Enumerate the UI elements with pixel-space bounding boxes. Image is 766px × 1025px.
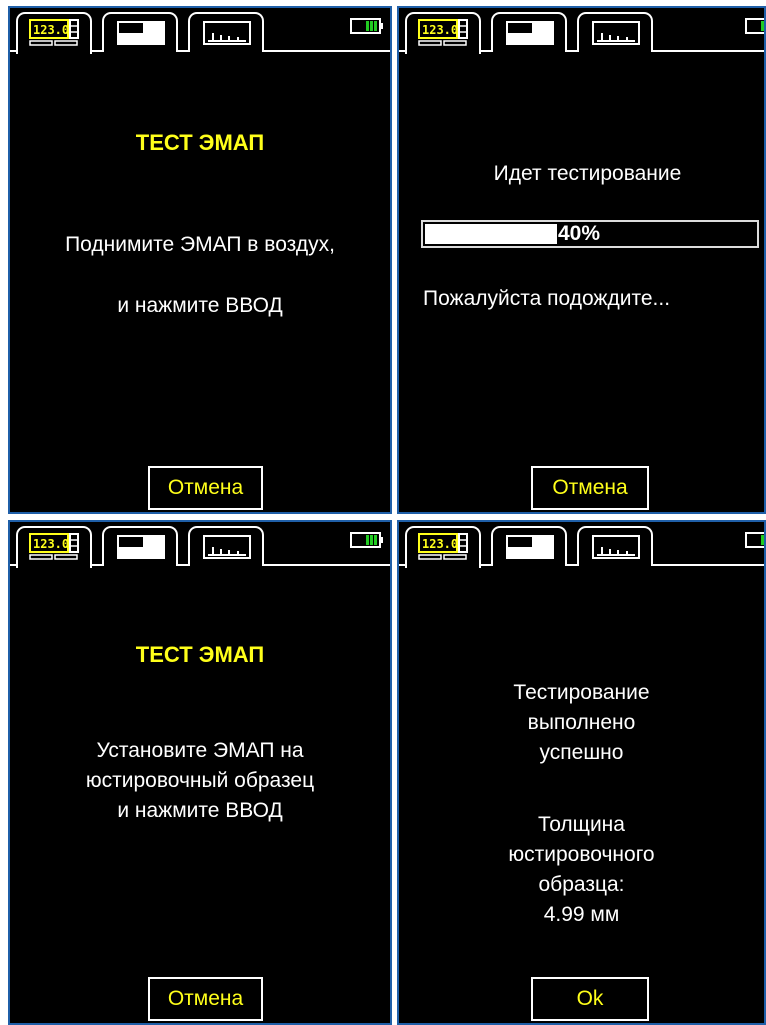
thickness-label: образца: [538, 873, 625, 896]
graph-display-icon [203, 21, 251, 45]
graph-display-icon [592, 21, 640, 45]
cancel-button[interactable]: Отмена [531, 466, 649, 510]
screen-title: ТЕСТ ЭМАП [135, 642, 265, 667]
screen-testing-progress: 123.0 Идет тестирование 40% Пожалуйста п… [397, 6, 766, 514]
battery-full-icon [745, 18, 764, 34]
tab-graph-display[interactable] [188, 12, 264, 52]
result-line: выполнено [527, 711, 636, 734]
tab-bar: 123.0 [399, 8, 764, 54]
screen-test-result: 123.0 Тестирование выполнено успешно Тол… [397, 520, 766, 1025]
battery-full-icon [350, 18, 383, 34]
ok-button[interactable]: Ok [531, 977, 649, 1021]
tab-numeric[interactable]: 123.0 [405, 12, 481, 54]
cancel-button[interactable]: Отмена [148, 466, 263, 510]
battery-full-icon [350, 532, 383, 548]
status-line: Пожалуйста подождите... [423, 287, 671, 310]
thickness-label: Толщина [538, 813, 625, 836]
tab-bar-display[interactable] [491, 12, 567, 52]
tab-bar: 123.0 [10, 522, 390, 568]
result-line: успешно [539, 741, 624, 764]
battery-full-icon [745, 532, 764, 548]
bar-display-icon [506, 535, 554, 559]
numeric-display-icon: 123.0 [29, 533, 79, 560]
tab-graph-display[interactable] [188, 526, 264, 566]
progress-bar: 40% [421, 220, 759, 248]
tab-bar-display[interactable] [102, 526, 178, 566]
numeric-display-icon: 123.0 [418, 19, 468, 46]
instruction-line: и нажмите ВВОД [117, 799, 283, 822]
bar-display-icon [117, 21, 165, 45]
svg-text:123.0: 123.0 [422, 537, 458, 551]
numeric-display-icon: 123.0 [418, 533, 468, 560]
tab-graph-display[interactable] [577, 526, 653, 566]
svg-text:123.0: 123.0 [422, 23, 458, 37]
graph-display-icon [203, 535, 251, 559]
graph-display-icon [592, 535, 640, 559]
instruction-line: и нажмите ВВОД [117, 294, 283, 317]
thickness-label: юстировочного [508, 843, 655, 866]
screen-air-test: 123.0 ТЕСТ ЭМАП Поднимите ЭМАП в воздух,… [8, 6, 392, 514]
progress-fill [425, 224, 557, 244]
svg-text:123.0: 123.0 [33, 23, 69, 37]
numeric-display-icon: 123.0 [29, 19, 79, 46]
tab-bar: 123.0 [399, 522, 764, 568]
tab-bar-display[interactable] [491, 526, 567, 566]
screen-calibration-sample: 123.0 ТЕСТ ЭМАП Установите ЭМАП на юстир… [8, 520, 392, 1025]
bar-display-icon [506, 21, 554, 45]
tab-bar: 123.0 [10, 8, 390, 54]
instruction-line: Поднимите ЭМАП в воздух, [65, 233, 335, 256]
status-line: Идет тестирование [493, 162, 682, 185]
tab-numeric[interactable]: 123.0 [16, 526, 92, 568]
screen-title: ТЕСТ ЭМАП [135, 130, 265, 155]
result-line: Тестирование [513, 681, 650, 704]
bar-display-icon [117, 535, 165, 559]
instruction-line: Установите ЭМАП на [96, 739, 304, 762]
cancel-button[interactable]: Отмена [148, 977, 263, 1021]
tab-graph-display[interactable] [577, 12, 653, 52]
progress-label: 40% [558, 222, 601, 245]
tab-bar-display[interactable] [102, 12, 178, 52]
tab-numeric[interactable]: 123.0 [16, 12, 92, 54]
instruction-line: юстировочный образец [85, 769, 315, 792]
tab-numeric[interactable]: 123.0 [405, 526, 481, 568]
thickness-value: 4.99 мм [543, 903, 620, 926]
svg-text:123.0: 123.0 [33, 537, 69, 551]
